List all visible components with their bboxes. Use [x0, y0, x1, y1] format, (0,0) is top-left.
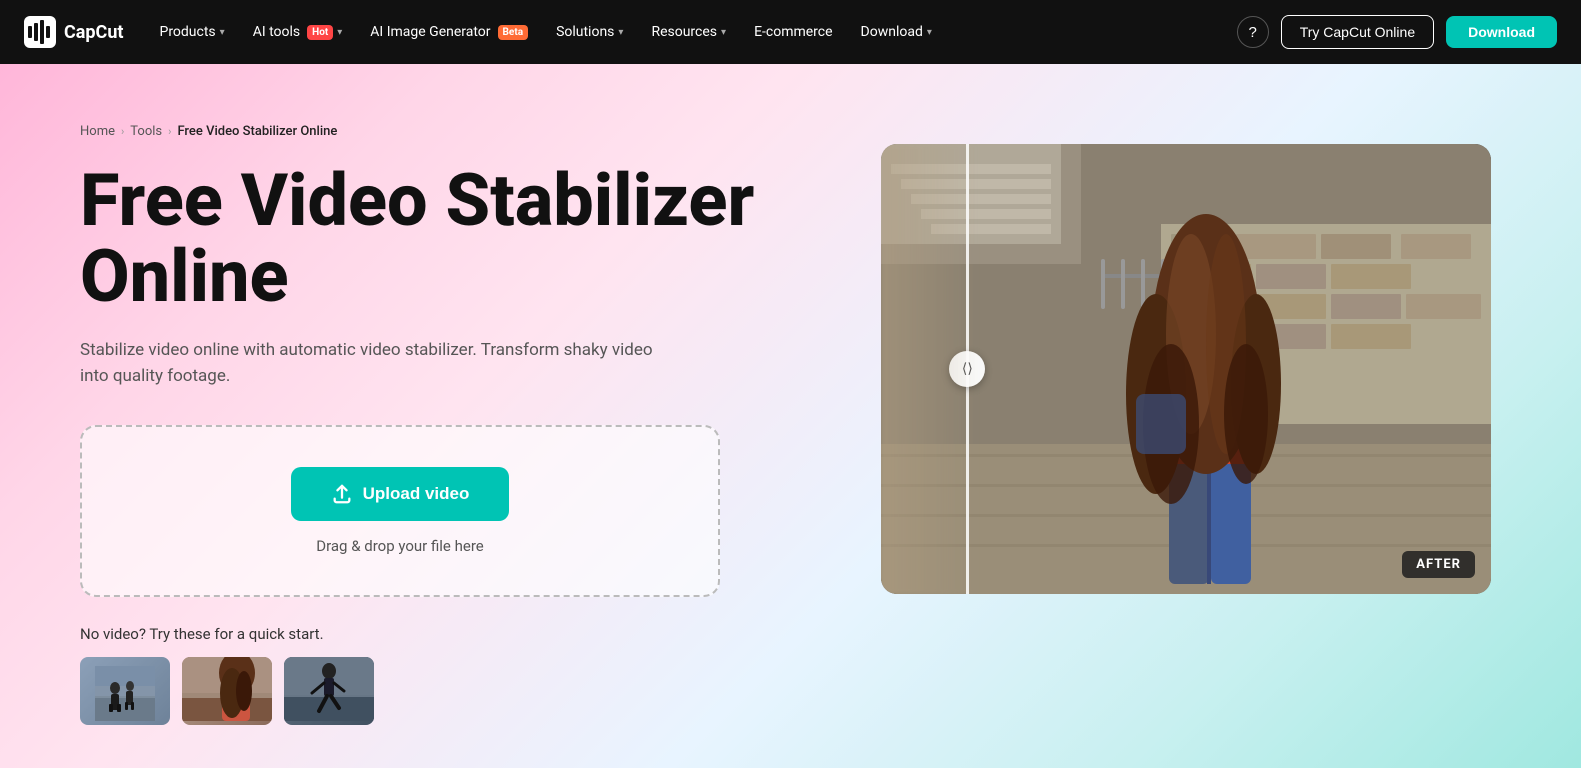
- try-online-button[interactable]: Try CapCut Online: [1281, 15, 1434, 49]
- chevron-down-icon: ▾: [618, 27, 623, 38]
- nav-solutions[interactable]: Solutions ▾: [544, 16, 635, 48]
- chevron-down-icon: ▾: [721, 27, 726, 38]
- preview-container: ⟨⟩ AFTER: [881, 144, 1491, 594]
- nav-download[interactable]: Download ▾: [849, 16, 944, 48]
- hero-right: ⟨⟩ AFTER: [881, 144, 1501, 594]
- navbar: CapCut Products ▾ AI tools Hot ▾ AI Imag…: [0, 0, 1581, 64]
- breadcrumb-current: Free Video Stabilizer Online: [177, 124, 337, 139]
- upload-box[interactable]: Upload video Drag & drop your file here: [80, 425, 720, 597]
- beta-badge: Beta: [498, 25, 529, 40]
- hero-subtitle: Stabilize video online with automatic vi…: [80, 338, 680, 389]
- brand-name: CapCut: [64, 22, 123, 43]
- nav-resources[interactable]: Resources ▾: [639, 16, 738, 48]
- breadcrumb: Home › Tools › Free Video Stabilizer Onl…: [80, 124, 821, 139]
- chevron-down-icon: ▾: [337, 27, 342, 38]
- thumb1-image: [95, 666, 155, 721]
- sample-thumbnails: [80, 657, 821, 725]
- nav-ai-image[interactable]: AI Image Generator Beta: [358, 16, 540, 48]
- upload-icon: [331, 483, 353, 505]
- nav-ecommerce[interactable]: E-commerce: [742, 16, 844, 48]
- thumb3-image: [284, 657, 374, 721]
- breadcrumb-sep-2: ›: [168, 125, 171, 138]
- sample-thumb-3[interactable]: [284, 657, 374, 725]
- nav-right: ? Try CapCut Online Download: [1237, 15, 1557, 49]
- thumb2-image: [182, 657, 272, 721]
- quick-start-label: No video? Try these for a quick start.: [80, 625, 821, 643]
- before-overlay: [881, 144, 979, 594]
- sample-thumb-1[interactable]: [80, 657, 170, 725]
- hero-section: Home › Tools › Free Video Stabilizer Onl…: [0, 64, 1581, 768]
- drag-drop-label: Drag & drop your file here: [316, 537, 483, 555]
- breadcrumb-tools[interactable]: Tools: [130, 124, 162, 139]
- help-button[interactable]: ?: [1237, 16, 1269, 48]
- hot-badge: Hot: [307, 25, 333, 40]
- nav-products[interactable]: Products ▾: [147, 16, 236, 48]
- upload-button[interactable]: Upload video: [291, 467, 510, 521]
- chevron-down-icon: ▾: [220, 27, 225, 38]
- chevron-down-icon: ▾: [927, 27, 932, 38]
- capcut-logo-icon: [24, 16, 56, 48]
- nav-ai-tools[interactable]: AI tools Hot ▾: [241, 16, 355, 48]
- nav-items: Products ▾ AI tools Hot ▾ AI Image Gener…: [147, 16, 1228, 48]
- page-title: Free Video Stabilizer Online: [80, 163, 821, 314]
- sample-thumb-2[interactable]: [182, 657, 272, 725]
- download-button[interactable]: Download: [1446, 16, 1557, 48]
- breadcrumb-home[interactable]: Home: [80, 124, 115, 139]
- brand-logo[interactable]: CapCut: [24, 16, 123, 48]
- breadcrumb-sep-1: ›: [121, 125, 124, 138]
- after-label: AFTER: [1402, 551, 1475, 578]
- hero-left: Home › Tools › Free Video Stabilizer Onl…: [80, 124, 821, 725]
